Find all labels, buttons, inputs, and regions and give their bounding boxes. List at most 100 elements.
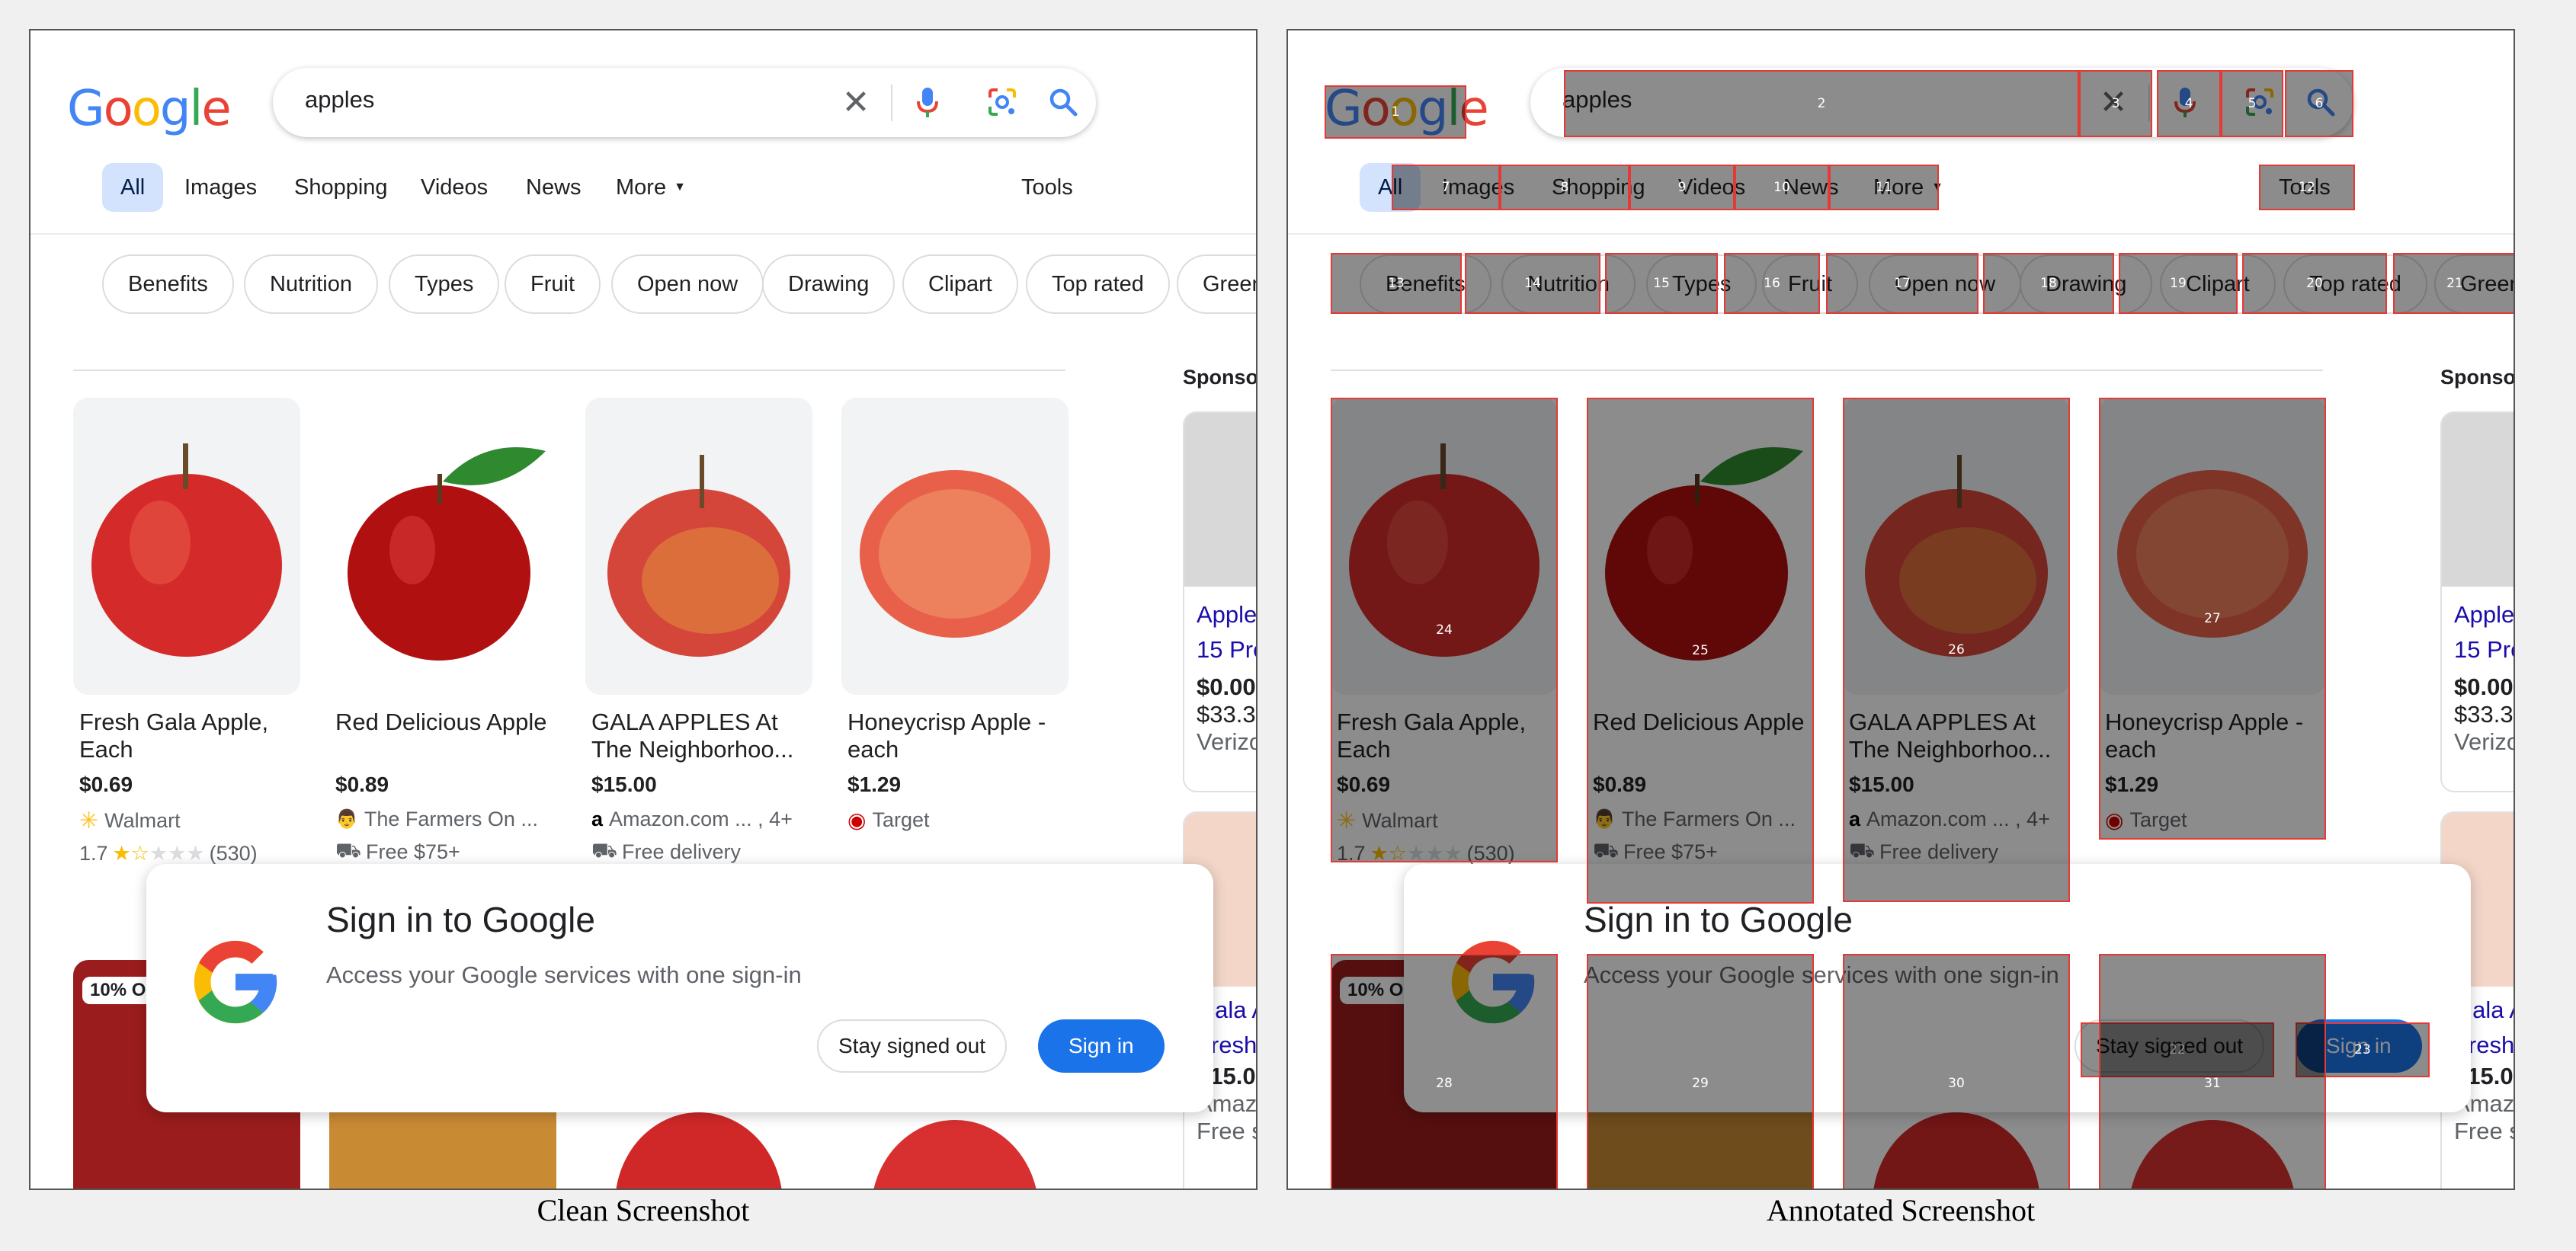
annotation-number: 24: [1436, 622, 1453, 638]
product-title[interactable]: Fresh Gala Apple, Each: [73, 709, 300, 763]
product-title[interactable]: Honeycrisp Apple - each: [841, 709, 1069, 763]
annotation-box: 1: [1325, 85, 1466, 139]
apple-image: [585, 398, 812, 695]
annotation-box: 17: [1826, 253, 1978, 314]
annotation-box: 20: [2242, 253, 2387, 314]
tab-videos[interactable]: Videos: [402, 163, 506, 212]
tools-button[interactable]: Tools: [1021, 163, 1073, 212]
annotation-box: 10: [1735, 165, 1829, 210]
annotation-number: 30: [1948, 1076, 1965, 1091]
annotation-number: 15: [1653, 276, 1670, 291]
caret-down-icon: ▼: [674, 181, 686, 194]
mic-icon[interactable]: [908, 83, 947, 121]
merchant-name: Target: [872, 808, 930, 831]
annotation-number: 26: [1948, 642, 1965, 657]
tab-more[interactable]: More ▼: [598, 163, 704, 212]
tab-news[interactable]: News: [508, 163, 600, 212]
header-divider: [1288, 233, 2514, 235]
sponsored-store: Verizon: [1197, 728, 1256, 755]
merchant-name: Amazon.com ... , 4+: [609, 808, 793, 830]
apple-image: [73, 398, 300, 695]
clear-icon[interactable]: ✕: [837, 83, 875, 121]
annotation-number: 10: [1773, 180, 1790, 195]
tab-images[interactable]: Images: [166, 163, 275, 212]
chip-top-rated[interactable]: Top rated: [1026, 254, 1170, 314]
annotation-number: 1: [1391, 104, 1400, 120]
phone-image: [2442, 413, 2514, 587]
annotation-number: 4: [2184, 96, 2193, 111]
product-title[interactable]: GALA APPLES At The Neighborhoo...: [585, 709, 812, 763]
annotation-box: 6: [2285, 70, 2353, 137]
rating-value: 1.7: [79, 842, 108, 865]
product-card[interactable]: Honeycrisp Apple - each $1.29 ◉ Target: [841, 398, 1069, 833]
stay-signed-out-button[interactable]: Stay signed out: [817, 1019, 1008, 1073]
merchant-name: Walmart: [104, 809, 181, 832]
google-logo[interactable]: Google: [67, 81, 232, 137]
sponsored-title-1[interactable]: Apple: [1184, 597, 1256, 632]
merchant: 👨 The Farmers On ...: [329, 808, 556, 831]
product-card[interactable]: Red Delicious Apple $0.89 👨 The Farmers O…: [329, 398, 556, 865]
chip-benefits[interactable]: Benefits: [102, 254, 234, 314]
annotation-box: 15: [1605, 253, 1718, 314]
chip-drawing[interactable]: Drawing: [762, 254, 896, 314]
sponsored-title-2[interactable]: 15 Pro: [2442, 632, 2514, 667]
sponsored-label: Sponsored: [1183, 366, 1258, 389]
annotation-box: 7: [1392, 165, 1500, 210]
tab-shopping[interactable]: Shopping: [276, 163, 406, 212]
annotation-box: 2: [1564, 70, 2079, 137]
annotation-box: 18: [1983, 253, 2114, 314]
annotation-number: 18: [2040, 276, 2057, 291]
sponsored-old-price: $33.33: [1197, 701, 1256, 728]
sponsored-label: Sponsored: [2440, 366, 2515, 389]
annotation-number: 23: [2354, 1042, 2371, 1057]
truck-icon: ⛟: [591, 839, 617, 862]
sponsored-title-2[interactable]: 15 Pro: [1184, 632, 1256, 667]
chip-green[interactable]: Green: [1177, 254, 1256, 314]
lens-icon[interactable]: [983, 83, 1021, 121]
sponsored-card[interactable]: Apple 15 Pro $0.00 $33.33 Verizon: [1183, 411, 1256, 792]
sign-in-button[interactable]: Sign in: [1038, 1019, 1165, 1073]
search-input[interactable]: apples: [305, 86, 374, 114]
annotation-box: 26: [1843, 398, 2070, 902]
sponsored-title-1[interactable]: Apple: [2442, 597, 2514, 632]
shipping: ⛟ Free $75+: [329, 839, 556, 865]
divider: [891, 85, 892, 121]
product-card[interactable]: GALA APPLES At The Neighborhoo... $15.00…: [585, 398, 812, 865]
chip-types[interactable]: Types: [389, 254, 500, 314]
product-card[interactable]: Fresh Gala Apple, Each $0.69 ✳ Walmart 1.…: [73, 398, 300, 865]
walmart-icon: ✳: [79, 808, 99, 833]
chip-nutrition[interactable]: Nutrition: [244, 254, 378, 314]
tab-all[interactable]: All: [102, 163, 164, 212]
chip-open-now[interactable]: Open now: [611, 254, 764, 314]
annotation-number: 8: [1560, 180, 1569, 195]
clean-caption: Clean Screenshot: [537, 1193, 750, 1227]
sponsored-price: $0.00: [1197, 673, 1256, 700]
annotation-box: 12: [2259, 165, 2355, 210]
annotation-number: 11: [1876, 180, 1892, 195]
annotation-number: 27: [2204, 611, 2221, 626]
chip-fruit[interactable]: Fruit: [505, 254, 601, 314]
annotation-box: 29: [1587, 954, 1814, 1189]
annotation-box: 19: [2119, 253, 2238, 314]
sponsored-card[interactable]: Apple 15 Pro $0.00 $33.33 Verizon: [2440, 411, 2514, 792]
annotation-number: 14: [1524, 276, 1541, 291]
apple-image: [841, 398, 1069, 695]
header-divider: [30, 233, 1256, 235]
apple-image: [329, 398, 556, 695]
sponsored-store: Verizon: [2454, 728, 2514, 755]
phone-image: [1184, 413, 1256, 587]
search-icon[interactable]: [1044, 83, 1082, 121]
annotation-box: 3: [2079, 70, 2152, 137]
shipping-text: Free $75+: [365, 840, 460, 863]
annotation-number: 29: [1692, 1076, 1709, 1091]
chip-clipart[interactable]: Clipart: [902, 254, 1018, 314]
product-title[interactable]: Red Delicious Apple: [329, 709, 556, 763]
annotation-number: 20: [2306, 276, 2323, 291]
annotation-number: 16: [1764, 276, 1780, 291]
search-bar: apples ✕: [273, 68, 1096, 137]
clean-screenshot-panel: Google apples ✕ All Images Shopping Vide…: [29, 29, 1258, 1190]
annotation-number: 2: [1817, 96, 1826, 111]
annotation-box: 28: [1331, 954, 1558, 1189]
product-price: $1.29: [847, 773, 902, 796]
sponsored-price: $0.00: [2454, 673, 2514, 700]
